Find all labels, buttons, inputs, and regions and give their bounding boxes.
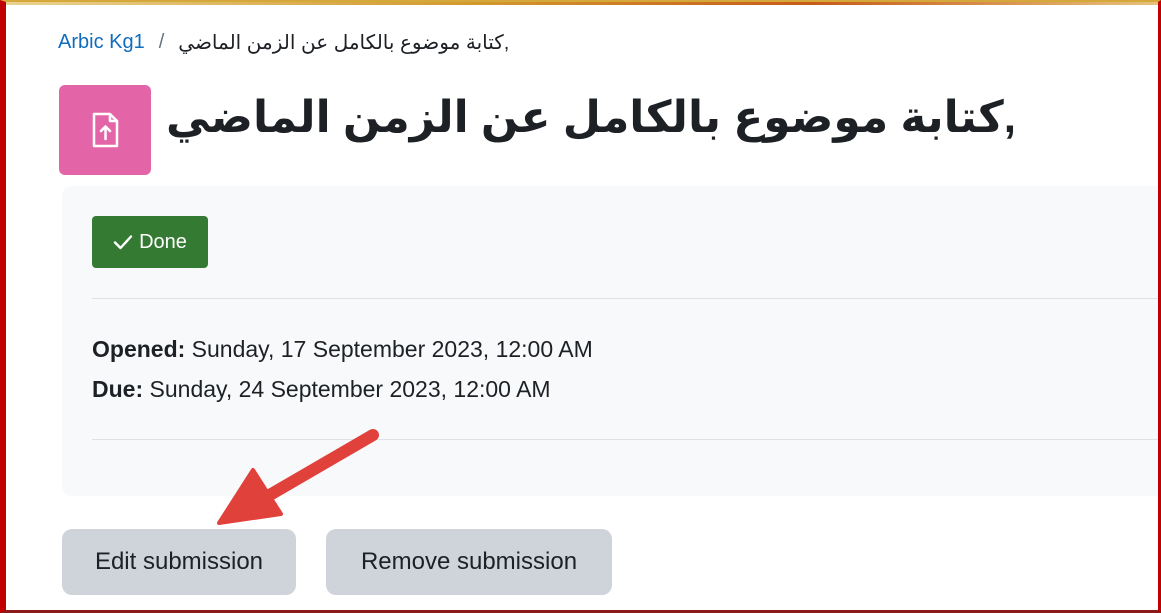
top-decoration: [6, 2, 1158, 5]
divider: [92, 298, 1158, 299]
assignment-upload-icon: [59, 85, 151, 175]
divider: [92, 439, 1158, 440]
opened-date: Opened: Sunday, 17 September 2023, 12:00…: [92, 336, 593, 363]
due-label: Due:: [92, 376, 144, 402]
opened-value: Sunday, 17 September 2023, 12:00 AM: [191, 336, 593, 362]
screenshot-frame: Arbic Kg1 / كتابة موضوع بالكامل عن الزمن…: [0, 0, 1161, 613]
due-value: Sunday, 24 September 2023, 12:00 AM: [149, 376, 551, 402]
breadcrumb-course-link[interactable]: Arbic Kg1: [58, 31, 145, 54]
completion-status-badge: Done: [92, 216, 208, 268]
edit-submission-button[interactable]: Edit submission: [62, 529, 296, 595]
breadcrumb-separator: /: [158, 31, 165, 53]
remove-submission-button[interactable]: Remove submission: [326, 529, 612, 595]
activity-info-panel: Done Opened: Sunday, 17 September 2023, …: [62, 186, 1158, 496]
breadcrumb-current: كتابة موضوع بالكامل عن الزمن الماضي,: [178, 32, 510, 54]
opened-label: Opened:: [92, 336, 186, 362]
completion-status-label: Done: [139, 230, 187, 253]
check-icon: [113, 235, 133, 250]
page-title: كتابة موضوع بالكامل عن الزمن الماضي,: [166, 93, 1016, 142]
breadcrumb: Arbic Kg1 / كتابة موضوع بالكامل عن الزمن…: [58, 30, 509, 55]
due-date: Due: Sunday, 24 September 2023, 12:00 AM: [92, 376, 551, 403]
